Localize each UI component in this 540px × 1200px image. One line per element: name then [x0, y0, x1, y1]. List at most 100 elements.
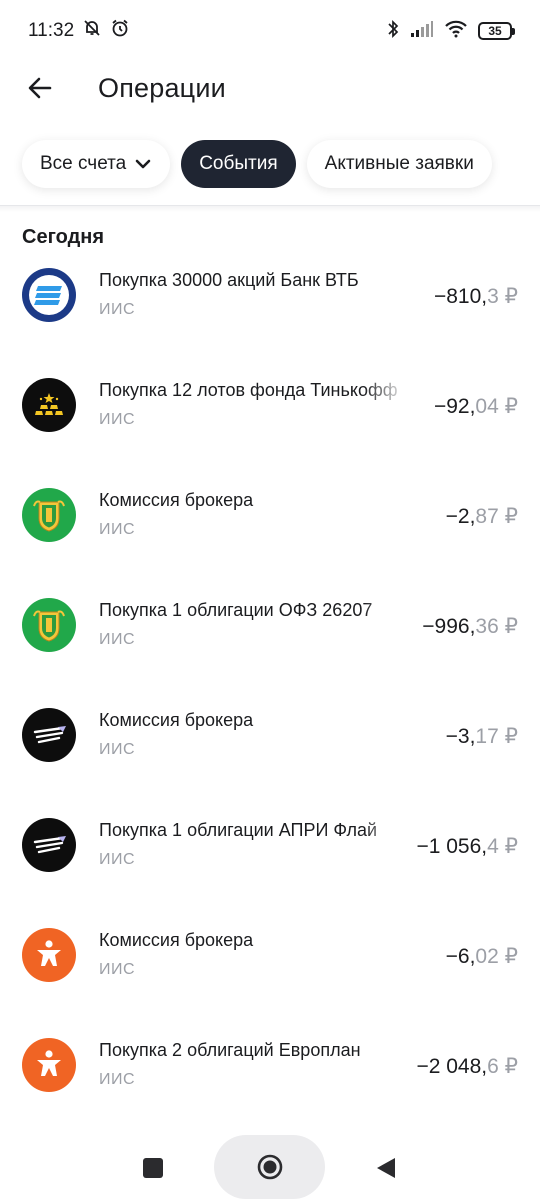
active-orders-tab-label: Активные заявки [324, 153, 474, 174]
operation-account: ИИС [99, 521, 136, 538]
silent-notifications-icon [82, 18, 102, 44]
battery-icon: 35 [478, 22, 515, 40]
amount-fraction: 87 [475, 505, 499, 528]
operation-amount: −3,17 ₽ [446, 724, 518, 749]
operations-screen: 11:32 35 Операции Все счета События Акти… [0, 0, 540, 1200]
operation-text: Покупка 30000 акций Банк ВТБ ИИС [99, 270, 407, 319]
amount-integer: −6, [445, 945, 476, 968]
operation-text: Покупка 1 облигации ОФЗ 26207 ИИС [99, 600, 407, 649]
operation-title: Покупка 1 облигации АПРИ Флай [99, 820, 378, 840]
operation-text: Покупка 2 облигаций Европлан ИИС [99, 1040, 407, 1089]
amount-fraction: 36 [475, 615, 499, 638]
operation-row[interactable]: Комиссия брокера ИИС −6,02 ₽ [0, 918, 540, 1028]
apri-wings-logo [22, 818, 76, 872]
amount-fraction: 6 [487, 1055, 499, 1078]
operation-row[interactable]: Комиссия брокера ИИС −2,87 ₽ [0, 478, 540, 588]
operation-amount: −1 056,4 ₽ [416, 834, 518, 859]
arrow-left-icon [28, 77, 52, 99]
operation-row[interactable]: Комиссия брокера ИИС −3,17 ₽ [0, 698, 540, 808]
system-nav-bar [0, 1130, 540, 1200]
amount-integer: −1 056, [416, 835, 488, 858]
signal-icon [410, 20, 434, 43]
ruble-icon: ₽ [504, 615, 518, 638]
operation-row[interactable]: Покупка 1 облигации АПРИ Флай ИИС −1 056… [0, 808, 540, 918]
ruble-icon: ₽ [504, 285, 518, 308]
operation-row[interactable]: Покупка 30000 акций Банк ВТБ ИИС −810,3 … [0, 258, 540, 368]
amount-fraction: 3 [487, 285, 499, 308]
page-title: Операции [98, 72, 226, 103]
status-right: 35 [386, 19, 515, 44]
apri-wings-logo [22, 708, 76, 762]
operation-amount: −92,04 ₽ [434, 394, 518, 419]
wifi-icon [444, 20, 468, 43]
back-button[interactable] [20, 68, 60, 108]
vtb-logo [22, 268, 76, 322]
amount-integer: −996, [422, 615, 476, 638]
operation-row[interactable]: Покупка 1 облигации ОФЗ 26207 ИИС −996,3… [0, 588, 540, 698]
amount-fraction: 4 [487, 835, 499, 858]
amount-fraction: 02 [475, 945, 499, 968]
bluetooth-icon [386, 19, 400, 44]
events-tab-chip[interactable]: События [181, 140, 296, 188]
ruble-icon: ₽ [504, 835, 518, 858]
operation-account: ИИС [99, 411, 136, 428]
operation-text: Покупка 12 лотов фонда Тинькофф ИИС [99, 380, 407, 429]
operation-row[interactable]: Покупка 2 облигаций Европлан ИИС −2 048,… [0, 1028, 540, 1138]
operation-account: ИИС [99, 631, 136, 648]
accounts-filter-chip[interactable]: Все счета [22, 140, 171, 188]
operation-title: Комиссия брокера [99, 930, 254, 950]
chevron-down-icon [135, 159, 151, 169]
operation-title: Комиссия брокера [99, 490, 254, 510]
operation-account: ИИС [99, 1071, 136, 1088]
operation-text: Комиссия брокера ИИС [99, 490, 407, 539]
operation-text: Покупка 1 облигации АПРИ Флай ИИС [99, 820, 407, 869]
amount-fraction: 04 [475, 395, 499, 418]
europlan-logo [22, 928, 76, 982]
operation-text: Комиссия брокера ИИС [99, 930, 407, 979]
operation-account: ИИС [99, 741, 136, 758]
ruble-icon: ₽ [504, 725, 518, 748]
operation-title: Покупка 1 облигации ОФЗ 26207 [99, 600, 373, 620]
status-left: 11:32 [28, 18, 130, 44]
operation-amount: −2 048,6 ₽ [416, 1054, 518, 1079]
ruble-icon: ₽ [504, 505, 518, 528]
status-time: 11:32 [28, 20, 75, 41]
operation-amount: −6,02 ₽ [446, 944, 518, 969]
ruble-icon: ₽ [504, 1055, 518, 1078]
triangle-back-icon [377, 1158, 395, 1178]
operation-title: Покупка 30000 акций Банк ВТБ [99, 270, 359, 290]
ruble-icon: ₽ [504, 945, 518, 968]
operation-account: ИИС [99, 961, 136, 978]
operation-amount: −810,3 ₽ [434, 284, 518, 309]
app-header: Операции [0, 62, 540, 114]
amount-integer: −3, [445, 725, 476, 748]
section-title-today: Сегодня [22, 226, 105, 248]
operation-amount: −2,87 ₽ [446, 504, 518, 529]
amount-integer: −810, [433, 285, 488, 308]
active-orders-tab-chip[interactable]: Активные заявки [306, 140, 492, 188]
operations-list: Покупка 30000 акций Банк ВТБ ИИС −810,3 … [0, 258, 540, 1138]
amount-integer: −2, [445, 505, 476, 528]
operation-title: Покупка 12 лотов фонда Тинькофф [99, 380, 398, 400]
events-tab-label: События [199, 153, 278, 174]
operation-amount: −996,36 ₽ [422, 614, 518, 639]
operation-row[interactable]: Покупка 12 лотов фонда Тинькофф ИИС −92,… [0, 368, 540, 478]
recent-apps-button[interactable] [143, 1158, 163, 1178]
operation-account: ИИС [99, 851, 136, 868]
operation-account: ИИС [99, 301, 136, 318]
home-button[interactable] [214, 1135, 325, 1199]
operation-title: Комиссия брокера [99, 710, 254, 730]
operation-title: Покупка 2 облигаций Европлан [99, 1040, 361, 1060]
operation-text: Комиссия брокера ИИС [99, 710, 407, 759]
alarm-icon [110, 18, 130, 44]
ruble-icon: ₽ [504, 395, 518, 418]
system-back-button[interactable] [375, 1156, 397, 1185]
home-circle-icon [257, 1154, 282, 1180]
amount-integer: −2 048, [416, 1055, 488, 1078]
amount-integer: −92, [433, 395, 476, 418]
minfin-emblem-logo [22, 598, 76, 652]
header-divider-shadow [0, 206, 540, 212]
filter-chips: Все счета События Активные заявки [22, 140, 492, 188]
europlan-logo [22, 1038, 76, 1092]
amount-fraction: 17 [475, 725, 499, 748]
